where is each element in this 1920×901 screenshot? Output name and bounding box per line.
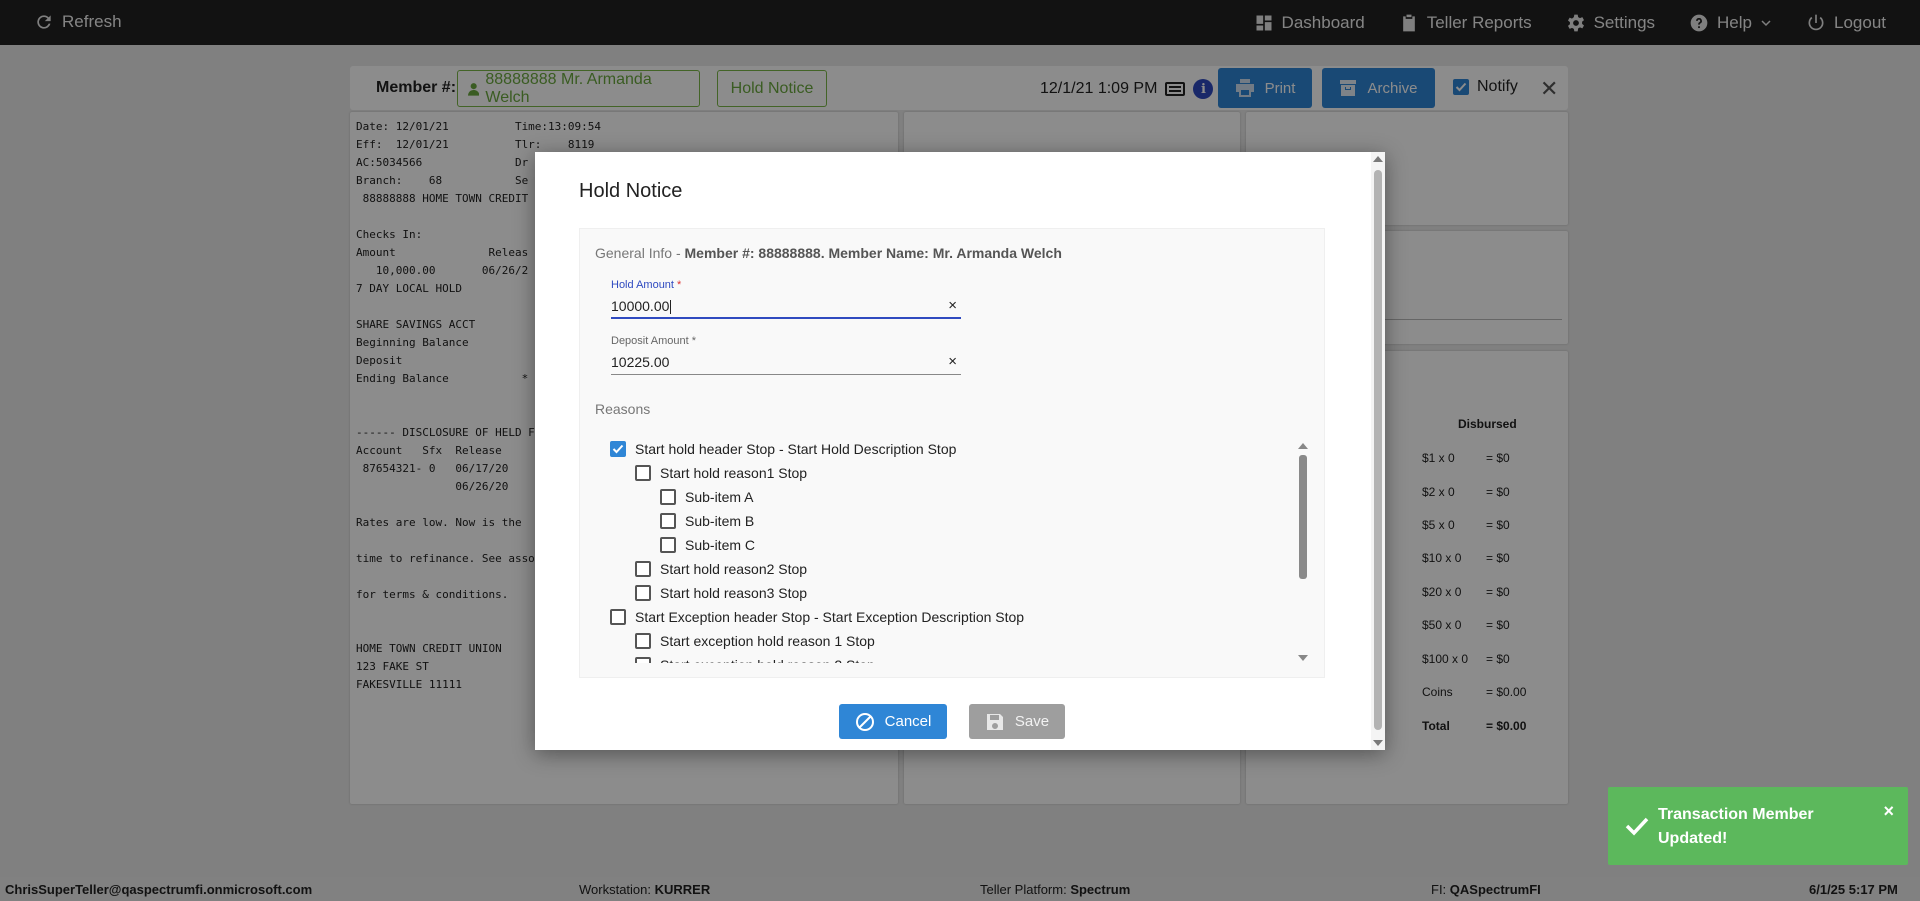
reason-item[interactable]: Sub-item C	[660, 537, 755, 553]
reason-checkbox[interactable]	[635, 633, 651, 649]
deposit-amount-value: 10225.00	[611, 354, 670, 370]
reason-label: Start exception hold reason 2 Stop	[660, 657, 875, 663]
reason-checkbox[interactable]	[660, 513, 676, 529]
hold-amount-label: Hold Amount *	[611, 279, 961, 291]
reason-item[interactable]: Start exception hold reason 2 Stop	[635, 657, 875, 663]
clear-icon[interactable]: ×	[948, 353, 957, 370]
scroll-thumb[interactable]	[1299, 455, 1307, 579]
scroll-up-icon[interactable]	[1373, 156, 1383, 162]
reason-label: Start hold reason3 Stop	[660, 585, 808, 601]
reason-checkbox[interactable]	[635, 465, 651, 481]
reasons-label: Reasons	[595, 401, 651, 417]
hold-amount-field[interactable]: Hold Amount * 10000.00 ×	[611, 279, 961, 323]
reason-checkbox[interactable]	[610, 609, 626, 625]
hold-notice-modal: Hold Notice General Info - Member #: 888…	[535, 152, 1385, 750]
toast-close-icon[interactable]: ×	[1883, 801, 1894, 822]
general-info-detail: Member #: 88888888. Member Name: Mr. Arm…	[684, 245, 1062, 261]
required-marker: *	[677, 279, 682, 291]
toast-message: Transaction Member Updated!	[1658, 806, 1814, 847]
reason-checkbox[interactable]	[635, 657, 651, 663]
scroll-up-icon[interactable]	[1298, 443, 1308, 449]
reason-item[interactable]: Start exception hold reason 1 Stop	[635, 633, 875, 649]
reason-item[interactable]: Start hold reason2 Stop	[635, 561, 807, 577]
reason-item[interactable]: Start hold header Stop - Start Hold Desc…	[610, 441, 956, 457]
reason-label: Sub-item A	[685, 489, 754, 505]
success-toast: Transaction Member Updated! ×	[1608, 787, 1908, 865]
scroll-down-icon[interactable]	[1373, 740, 1383, 746]
cancel-icon	[855, 712, 874, 731]
reason-item[interactable]: Start Exception header Stop - Start Exce…	[610, 609, 1024, 625]
reason-label: Start hold reason1 Stop	[660, 465, 808, 481]
reason-label: Start Exception header Stop - Start Exce…	[635, 609, 1025, 625]
reasons-scrollbar[interactable]	[1298, 441, 1308, 663]
floppy-icon	[986, 713, 1003, 730]
general-info-card: General Info - Member #: 88888888. Membe…	[579, 228, 1325, 678]
required-marker: *	[691, 335, 696, 347]
reason-checkbox[interactable]	[660, 537, 676, 553]
reason-label: Sub-item B	[685, 513, 755, 529]
modal-scrollbar[interactable]	[1371, 152, 1385, 750]
deposit-amount-field[interactable]: Deposit Amount * 10225.00 ×	[611, 335, 961, 379]
reason-label: Start hold header Stop - Start Hold Desc…	[635, 441, 957, 457]
reason-checkbox[interactable]	[610, 441, 626, 457]
cancel-label: Cancel	[884, 713, 932, 730]
scroll-down-icon[interactable]	[1298, 655, 1308, 661]
general-info: General Info - Member #: 88888888. Membe…	[595, 245, 1062, 261]
reason-item[interactable]: Start hold reason1 Stop	[635, 465, 807, 481]
clear-icon[interactable]: ×	[948, 297, 957, 314]
deposit-amount-label: Deposit Amount *	[611, 335, 961, 347]
reason-checkbox[interactable]	[635, 561, 651, 577]
reason-checkbox[interactable]	[635, 585, 651, 601]
check-icon	[1625, 817, 1649, 836]
reason-item[interactable]: Sub-item A	[660, 489, 753, 505]
scroll-thumb[interactable]	[1374, 170, 1382, 730]
reason-checkbox[interactable]	[660, 489, 676, 505]
modal-title: Hold Notice	[579, 180, 683, 202]
reason-item[interactable]: Sub-item B	[660, 513, 754, 529]
save-button[interactable]: Save	[969, 704, 1065, 739]
check-icon	[612, 444, 624, 454]
text-caret	[670, 300, 672, 315]
save-label: Save	[1014, 713, 1050, 730]
hold-amount-value: 10000.00	[611, 298, 670, 314]
general-info-prefix: General Info -	[595, 245, 685, 261]
reason-item[interactable]: Start hold reason3 Stop	[635, 585, 807, 601]
reason-label: Sub-item C	[685, 537, 756, 553]
hold-amount-label-text: Hold Amount	[611, 279, 674, 291]
reason-label: Start exception hold reason 1 Stop	[660, 633, 875, 649]
reasons-tree: Start hold header Stop - Start Hold Desc…	[610, 441, 1310, 663]
deposit-amount-input[interactable]: 10225.00 ×	[611, 351, 961, 375]
hold-amount-input[interactable]: 10000.00 ×	[611, 295, 961, 319]
reason-label: Start hold reason2 Stop	[660, 561, 808, 577]
cancel-button[interactable]: Cancel	[839, 704, 947, 739]
deposit-amount-label-text: Deposit Amount	[611, 335, 689, 347]
